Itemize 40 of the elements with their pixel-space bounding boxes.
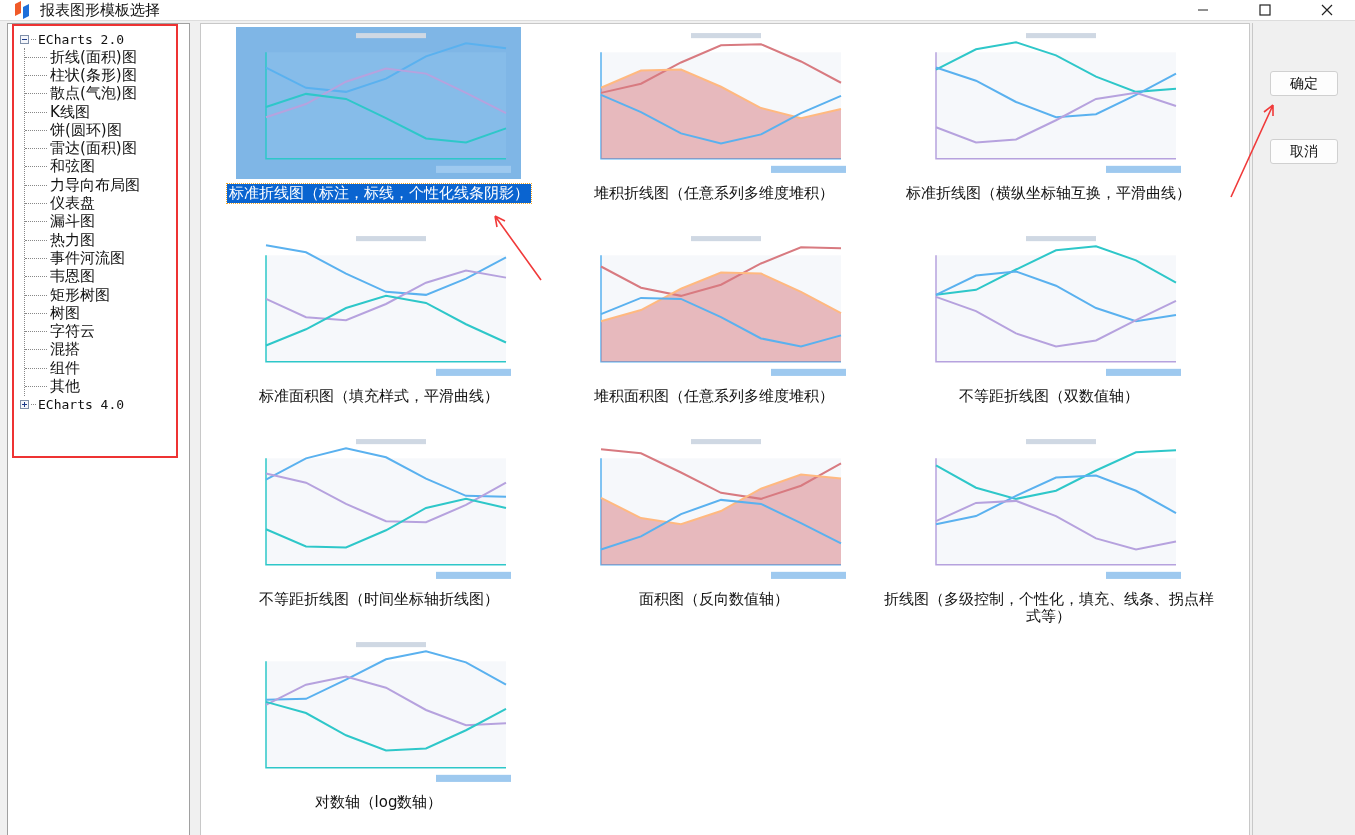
template-caption[interactable]: 对数轴（log数轴） bbox=[312, 793, 445, 812]
tree-item[interactable]: 其他 bbox=[50, 378, 80, 395]
tree-item[interactable]: ECharts 2.0 bbox=[38, 31, 125, 47]
tree-item[interactable]: 散点(气泡)图 bbox=[50, 85, 137, 103]
tree-item[interactable]: 折线(面积)图 bbox=[50, 48, 137, 66]
tree-item[interactable]: 事件河流图 bbox=[50, 249, 125, 267]
window-title: 报表图形模板选择 bbox=[40, 0, 160, 20]
template-caption[interactable]: 不等距折线图（双数值轴） bbox=[956, 387, 1141, 406]
dialog-button[interactable]: 确定 bbox=[1270, 71, 1338, 96]
expander-icon[interactable] bbox=[20, 400, 29, 410]
tree-item[interactable]: K线图 bbox=[50, 103, 90, 121]
maximize-icon[interactable] bbox=[1259, 4, 1271, 16]
close-icon[interactable] bbox=[1321, 4, 1333, 16]
tree-item[interactable]: 组件 bbox=[50, 359, 80, 377]
tree-item[interactable]: 饼(圆环)图 bbox=[50, 121, 122, 139]
template-caption[interactable]: 标准折线图（标注，标线，个性化线条阴影） bbox=[226, 184, 531, 203]
tree-item[interactable]: 力导向布局图 bbox=[50, 176, 140, 194]
tree-item[interactable]: 树图 bbox=[50, 304, 80, 322]
template-caption[interactable]: 堆积面积图（任意系列多维度堆积） bbox=[591, 387, 836, 406]
tree-item[interactable]: 柱状(条形)图 bbox=[50, 66, 137, 84]
dialog-button[interactable]: 取消 bbox=[1270, 139, 1338, 164]
tree-item[interactable]: 雷达(面积)图 bbox=[50, 140, 137, 158]
template-caption[interactable]: 标准面积图（填充样式，平滑曲线） bbox=[256, 387, 501, 406]
template-caption[interactable]: 折线图（多级控制，个性化，填充、线条、拐点样式等） bbox=[881, 590, 1216, 626]
template-caption[interactable]: 堆积折线图（任意系列多维度堆积） bbox=[591, 184, 836, 203]
tree-item[interactable]: 仪表盘 bbox=[50, 195, 95, 212]
tree-item[interactable]: 漏斗图 bbox=[50, 213, 95, 231]
tree-item[interactable]: 混搭 bbox=[50, 341, 80, 359]
template-caption[interactable]: 标准折线图（横纵坐标轴互换，平滑曲线） bbox=[904, 184, 1193, 203]
app-logo-icon bbox=[12, 0, 32, 20]
expander-icon[interactable] bbox=[20, 34, 29, 44]
tree-item[interactable]: 热力图 bbox=[50, 231, 95, 249]
tree-item[interactable]: ECharts 4.0 bbox=[38, 397, 125, 413]
tree-item[interactable]: 韦恩图 bbox=[50, 268, 95, 286]
tree-item[interactable]: 字符云 bbox=[50, 323, 95, 341]
tree-item[interactable]: 和弦图 bbox=[50, 158, 95, 176]
tree-item[interactable]: 矩形树图 bbox=[50, 286, 110, 304]
template-caption[interactable]: 不等距折线图（时间坐标轴折线图） bbox=[256, 590, 501, 609]
annotation-arrow bbox=[491, 212, 543, 282]
template-caption[interactable]: 面积图（反向数值轴） bbox=[636, 590, 791, 609]
